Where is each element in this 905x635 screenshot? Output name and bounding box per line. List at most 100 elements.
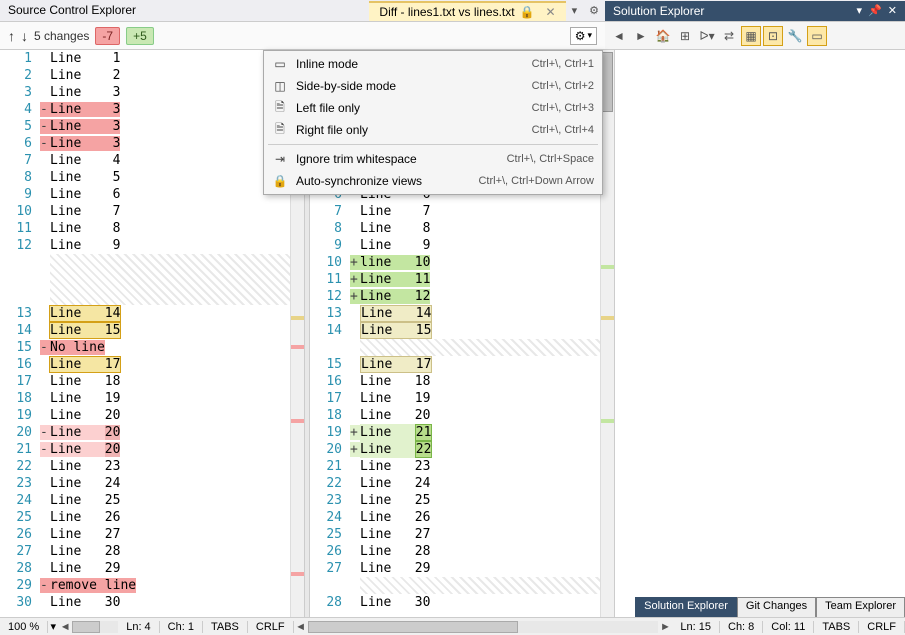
- line-number: 24: [310, 510, 350, 525]
- code-line[interactable]: 6-Line 3: [0, 135, 290, 152]
- show-all-icon[interactable]: ▦: [741, 26, 761, 46]
- diff-marker: +: [350, 425, 360, 440]
- prev-change-button[interactable]: ↑: [8, 28, 15, 44]
- back-icon[interactable]: ◄: [609, 26, 629, 46]
- code-line[interactable]: 7Line 4: [0, 152, 290, 169]
- code-line[interactable]: 13Line 14: [310, 305, 600, 322]
- line-text: Line 4: [50, 153, 120, 168]
- menu-item-inline-mode[interactable]: ▭Inline modeCtrl+\, Ctrl+1: [266, 53, 600, 75]
- line-text: Line 25: [360, 493, 430, 508]
- lock-icon: 🔒: [520, 5, 535, 19]
- next-change-button[interactable]: ↓: [21, 28, 28, 44]
- pin-icon[interactable]: 📌: [868, 4, 882, 17]
- code-line[interactable]: 11Line 8: [0, 220, 290, 237]
- code-line[interactable]: 20+Line 22: [310, 441, 600, 458]
- properties-icon[interactable]: 🔧: [785, 26, 805, 46]
- source-control-tab[interactable]: Source Control Explorer: [0, 0, 369, 21]
- code-line[interactable]: 14Line 15: [0, 322, 290, 339]
- tab-dropdown-icon[interactable]: ▾: [566, 4, 584, 17]
- line-text: Line 6: [50, 187, 120, 202]
- line-number: 17: [310, 391, 350, 406]
- diff-settings-button[interactable]: ⚙ ▾: [570, 27, 597, 45]
- code-line[interactable]: 8Line 8: [310, 220, 600, 237]
- code-line[interactable]: 26Line 28: [310, 543, 600, 560]
- code-line[interactable]: 29-remove line: [0, 577, 290, 594]
- code-line[interactable]: 19Line 20: [0, 407, 290, 424]
- collapse-icon[interactable]: ⊡: [763, 26, 783, 46]
- code-line[interactable]: 28Line 30: [310, 594, 600, 611]
- code-line[interactable]: 16Line 17: [0, 356, 290, 373]
- filter-icon[interactable]: ᐅ▾: [697, 26, 717, 46]
- code-line[interactable]: 28Line 29: [0, 560, 290, 577]
- tab-solution-explorer[interactable]: Solution Explorer: [635, 597, 737, 617]
- code-line[interactable]: 10+line 10: [310, 254, 600, 271]
- code-line[interactable]: 10Line 7: [0, 203, 290, 220]
- switch-view-icon[interactable]: ⊞: [675, 26, 695, 46]
- code-line[interactable]: 11+Line 11: [310, 271, 600, 288]
- code-line[interactable]: 9Line 6: [0, 186, 290, 203]
- code-line[interactable]: 22Line 24: [310, 475, 600, 492]
- home-icon[interactable]: 🏠: [653, 26, 673, 46]
- code-line[interactable]: 21-Line 20: [0, 441, 290, 458]
- code-line[interactable]: 23Line 25: [310, 492, 600, 509]
- code-line[interactable]: 20-Line 20: [0, 424, 290, 441]
- code-line[interactable]: 30Line 30: [0, 594, 290, 611]
- code-line[interactable]: 27Line 28: [0, 543, 290, 560]
- code-line[interactable]: 13Line 14: [0, 305, 290, 322]
- tab-settings-icon[interactable]: ⚙: [583, 4, 605, 17]
- code-line[interactable]: 4-Line 3: [0, 101, 290, 118]
- code-line[interactable]: 16Line 18: [310, 373, 600, 390]
- menu-item-right-file-only[interactable]: 🗎Right file onlyCtrl+\, Ctrl+4: [266, 119, 600, 141]
- code-line[interactable]: 8Line 5: [0, 169, 290, 186]
- forward-icon[interactable]: ►: [631, 26, 651, 46]
- code-line[interactable]: 9Line 9: [310, 237, 600, 254]
- code-line[interactable]: 25Line 26: [0, 509, 290, 526]
- menu-item-left-file-only[interactable]: 🗎Left file onlyCtrl+\, Ctrl+3: [266, 97, 600, 119]
- code-line[interactable]: 3Line 3: [0, 84, 290, 101]
- line-number: 13: [310, 306, 350, 321]
- code-line[interactable]: 22Line 23: [0, 458, 290, 475]
- line-text: Line 17: [360, 356, 432, 373]
- code-line[interactable]: 17Line 18: [0, 373, 290, 390]
- code-line[interactable]: 27Line 29: [310, 560, 600, 577]
- tab-git-changes[interactable]: Git Changes: [737, 597, 816, 617]
- window-menu-icon[interactable]: ▾: [857, 4, 863, 17]
- line-number: 2: [0, 68, 40, 83]
- menu-item-side-by-side-mode[interactable]: ◫Side-by-side modeCtrl+\, Ctrl+2: [266, 75, 600, 97]
- code-line[interactable]: 12+Line 12: [310, 288, 600, 305]
- diff-tab[interactable]: Diff - lines1.txt vs lines.txt 🔒 ✕: [369, 1, 565, 21]
- code-line[interactable]: 2Line 2: [0, 67, 290, 84]
- code-line[interactable]: 18Line 19: [0, 390, 290, 407]
- code-line[interactable]: 24Line 25: [0, 492, 290, 509]
- preview-icon[interactable]: ▭: [807, 26, 827, 46]
- zoom-level[interactable]: 100 %: [0, 621, 48, 633]
- line-number: 18: [0, 391, 40, 406]
- code-line[interactable]: 12Line 9: [0, 237, 290, 254]
- code-line[interactable]: 26Line 27: [0, 526, 290, 543]
- code-line[interactable]: 14Line 15: [310, 322, 600, 339]
- code-line[interactable]: 17Line 19: [310, 390, 600, 407]
- code-line[interactable]: 1Line 1: [0, 50, 290, 67]
- left-pane[interactable]: 1Line 12Line 23Line 34-Line 35-Line 36-L…: [0, 50, 290, 617]
- line-number: 10: [0, 204, 40, 219]
- code-line[interactable]: 23Line 24: [0, 475, 290, 492]
- right-tabs: TABS: [814, 621, 859, 633]
- close-icon[interactable]: ✕: [546, 5, 556, 19]
- code-line[interactable]: 24Line 26: [310, 509, 600, 526]
- line-text: Line 21: [360, 424, 432, 441]
- menu-item-auto-synchronize-views[interactable]: 🔒Auto-synchronize viewsCtrl+\, Ctrl+Down…: [266, 170, 600, 192]
- sync-icon[interactable]: ⇄: [719, 26, 739, 46]
- code-line[interactable]: 18Line 20: [310, 407, 600, 424]
- code-line[interactable]: 7Line 7: [310, 203, 600, 220]
- close-panel-icon[interactable]: ✕: [888, 4, 897, 17]
- menu-item-ignore-trim-whitespace[interactable]: ⇥Ignore trim whitespaceCtrl+\, Ctrl+Spac…: [266, 148, 600, 170]
- code-line[interactable]: 5-Line 3: [0, 118, 290, 135]
- code-line[interactable]: 25Line 27: [310, 526, 600, 543]
- code-line[interactable]: 15Line 17: [310, 356, 600, 373]
- line-number: 16: [0, 357, 40, 372]
- tab-team-explorer[interactable]: Team Explorer: [816, 597, 905, 617]
- code-line[interactable]: 15-No line: [0, 339, 290, 356]
- left-line-pos: Ln: 4: [118, 621, 159, 633]
- code-line[interactable]: 19+Line 21: [310, 424, 600, 441]
- code-line[interactable]: 21Line 23: [310, 458, 600, 475]
